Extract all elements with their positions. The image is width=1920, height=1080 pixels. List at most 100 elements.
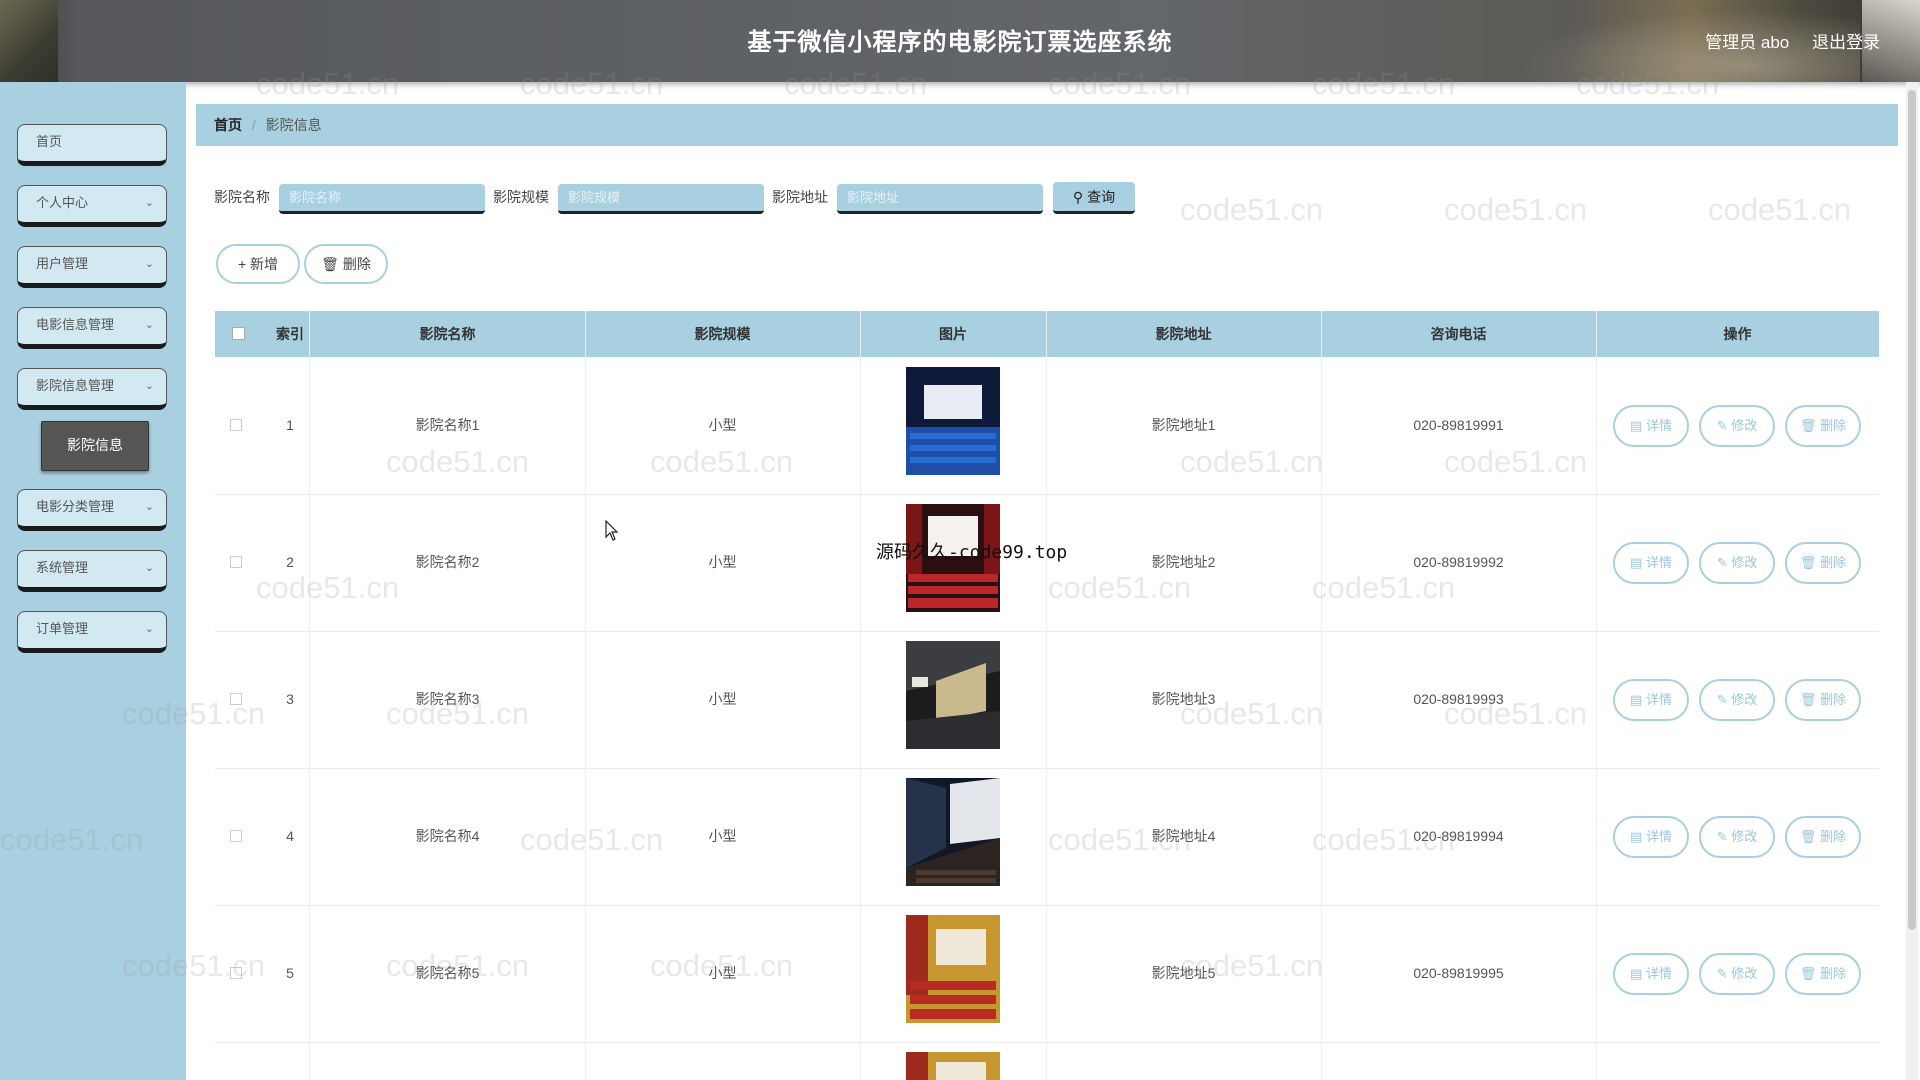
row-checkbox[interactable]	[230, 419, 242, 431]
cell-phone: 020-89819993	[1413, 691, 1504, 707]
detail-button[interactable]: ▤ 详情	[1613, 953, 1689, 995]
detail-icon: ▤	[1630, 555, 1643, 570]
sidebar-item-movie-category[interactable]: 电影分类管理 ⌄	[17, 489, 167, 531]
chevron-down-icon: ⌄	[144, 501, 154, 513]
detail-button[interactable]: ▤ 详情	[1613, 405, 1689, 447]
header-image: 图片	[939, 326, 967, 342]
row-checkbox[interactable]	[230, 830, 242, 842]
select-all-checkbox[interactable]	[232, 327, 245, 340]
sidebar: 首页 个人中心 ⌄ 用户管理 ⌄ 电影信息管理 ⌄ 影院信息管理 ⌄ 电影分类管理 ⌄ 系…	[0, 82, 186, 1080]
plus-icon: +	[237, 256, 247, 272]
header-operations: 操作	[1723, 326, 1752, 342]
detail-button-label: 详情	[1645, 692, 1672, 707]
delete-button[interactable]: 🗑 删除	[1785, 405, 1861, 447]
cell-phone: 020-89819992	[1413, 554, 1504, 570]
delete-button[interactable]: 🗑 删除	[1785, 953, 1861, 995]
cinema-scale-input[interactable]	[558, 184, 764, 214]
edit-icon: ✎	[1716, 692, 1728, 707]
cell-phone: 020-89819991	[1413, 417, 1504, 433]
delete-button-label: 删除	[1820, 692, 1847, 707]
detail-icon: ▤	[1630, 829, 1643, 844]
edit-button-label: 修改	[1731, 555, 1758, 570]
cell-index: 2	[286, 554, 294, 570]
delete-button-label: 删除	[1820, 555, 1847, 570]
detail-button-label: 详情	[1645, 966, 1672, 981]
cell-cinema-scale: 小型	[708, 554, 737, 570]
cell-index: 1	[286, 417, 294, 433]
sidebar-item-movie-info[interactable]: 电影信息管理 ⌄	[17, 307, 167, 349]
cell-cinema-name: 影院名称2	[415, 554, 480, 570]
batch-delete-button[interactable]: 🗑 删除	[304, 244, 388, 284]
header-cinema-address: 影院地址	[1155, 326, 1212, 342]
cell-cinema-name: 影院名称1	[415, 417, 480, 433]
cinema-image	[906, 1052, 1000, 1080]
delete-button-label: 删除	[1820, 966, 1847, 981]
header-cinema-scale: 影院规模	[694, 326, 751, 342]
row-checkbox[interactable]	[230, 556, 242, 568]
detail-button[interactable]: ▤ 详情	[1613, 816, 1689, 858]
cell-cinema-scale: 小型	[708, 828, 737, 844]
table-row: 5 影院名称5 小型 影院地址5 020-89819995 ▤ 详情 ✎ 修改 …	[215, 905, 1879, 1043]
cinema-name-label: 影院名称	[214, 189, 270, 205]
delete-button[interactable]: 🗑 删除	[1785, 816, 1861, 858]
edit-icon: ✎	[1716, 555, 1728, 570]
breadcrumb-current: 影院信息	[265, 117, 322, 133]
watermark: code51.cn	[1180, 192, 1324, 227]
chevron-down-icon: ⌄	[144, 380, 154, 392]
search-icon: ⚲	[1072, 188, 1084, 205]
delete-button-label: 删除	[1820, 418, 1847, 433]
delete-button[interactable]: 🗑 删除	[1785, 542, 1861, 584]
header-cinema-name: 影院名称	[419, 326, 476, 342]
delete-button[interactable]: 🗑 删除	[1785, 679, 1861, 721]
cell-cinema-name: 影院名称5	[415, 965, 480, 981]
batch-delete-button-label: 删除	[342, 256, 371, 272]
watermark: code51.cn	[1444, 192, 1588, 227]
detail-button-label: 详情	[1645, 555, 1672, 570]
scrollbar-thumb[interactable]	[1908, 90, 1916, 930]
cell-cinema-address: 影院地址4	[1151, 828, 1216, 844]
row-checkbox[interactable]	[230, 967, 242, 979]
edit-icon: ✎	[1716, 829, 1728, 844]
edit-button-label: 修改	[1731, 829, 1758, 844]
edit-icon: ✎	[1716, 966, 1728, 981]
trash-icon: 🗑	[1799, 966, 1817, 981]
chevron-down-icon: ⌄	[144, 258, 154, 270]
logout-link[interactable]: 退出登录	[1812, 33, 1880, 52]
sidebar-item-label: 首页	[36, 134, 63, 149]
sidebar-item-label: 影院信息管理	[36, 378, 115, 393]
cell-cinema-scale: 小型	[708, 691, 737, 707]
sidebar-item-label: 用户管理	[36, 256, 89, 271]
sidebar-item-home[interactable]: 首页	[17, 124, 167, 166]
detail-button[interactable]: ▤ 详情	[1613, 542, 1689, 584]
sidebar-item-system[interactable]: 系统管理 ⌄	[17, 550, 167, 592]
table-row: 4 影院名称4 小型 影院地址4 020-89819994 ▤ 详情 ✎ 修改 …	[215, 768, 1879, 906]
sidebar-subitem-cinema-info[interactable]: 影院信息	[41, 421, 149, 471]
sidebar-item-cinema-info[interactable]: 影院信息管理 ⌄	[17, 368, 167, 410]
sidebar-item-personal-center[interactable]: 个人中心 ⌄	[17, 185, 167, 227]
edit-button[interactable]: ✎ 修改	[1699, 816, 1775, 858]
cell-cinema-scale: 小型	[708, 417, 737, 433]
detail-button[interactable]: ▤ 详情	[1613, 679, 1689, 721]
cell-phone: 020-89819994	[1413, 828, 1504, 844]
query-button[interactable]: ⚲ 查询	[1053, 182, 1135, 214]
detail-icon: ▤	[1630, 418, 1643, 433]
sidebar-item-orders[interactable]: 订单管理 ⌄	[17, 611, 167, 653]
cinema-address-input[interactable]	[837, 184, 1043, 214]
add-button[interactable]: + 新增	[216, 244, 300, 284]
delete-button-label: 删除	[1820, 829, 1847, 844]
edit-button-label: 修改	[1731, 692, 1758, 707]
cell-cinema-address: 影院地址3	[1151, 691, 1216, 707]
edit-button[interactable]: ✎ 修改	[1699, 405, 1775, 447]
watermark: code51.cn	[1708, 192, 1852, 227]
breadcrumb-home[interactable]: 首页	[214, 117, 242, 133]
edit-button[interactable]: ✎ 修改	[1699, 542, 1775, 584]
cinema-address-label: 影院地址	[772, 189, 828, 205]
sidebar-item-user-management[interactable]: 用户管理 ⌄	[17, 246, 167, 288]
cinema-name-input[interactable]	[279, 184, 485, 214]
row-checkbox[interactable]	[230, 693, 242, 705]
edit-button[interactable]: ✎ 修改	[1699, 953, 1775, 995]
top-header: 基于微信小程序的电影院订票选座系统 管理员 abo 退出登录	[0, 0, 1920, 82]
edit-button[interactable]: ✎ 修改	[1699, 679, 1775, 721]
add-button-label: 新增	[250, 256, 279, 272]
trash-icon: 🗑	[1799, 829, 1817, 844]
